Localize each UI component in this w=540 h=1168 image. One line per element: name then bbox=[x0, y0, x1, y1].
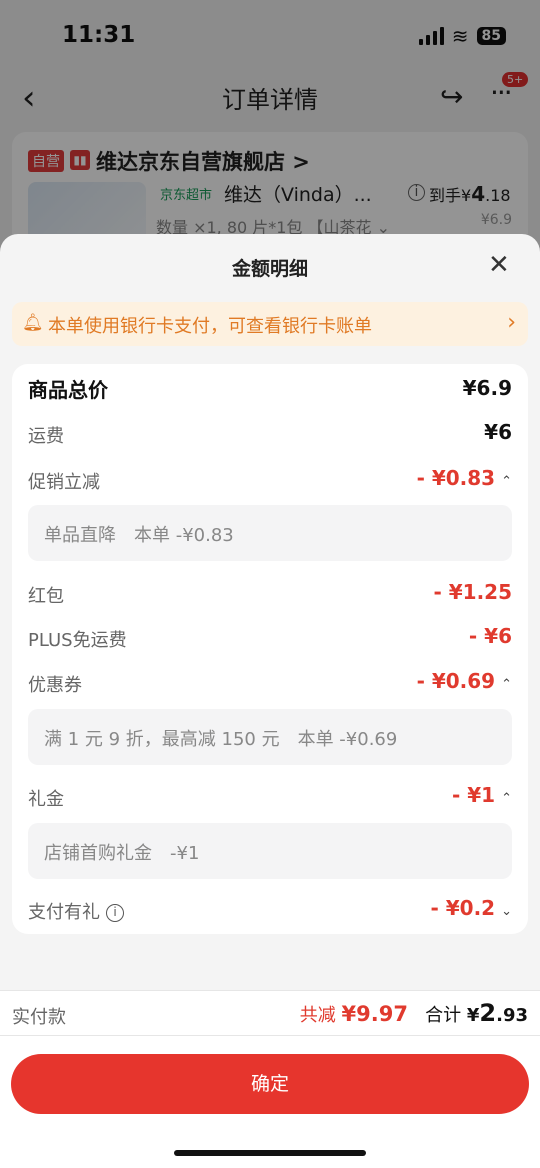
promo-detail-box: 单品直降 本单 -¥0.83 bbox=[28, 505, 512, 561]
coupon-toggle[interactable]: - ¥0.69 ⌃ bbox=[417, 669, 512, 693]
chevron-up-icon: ⌃ bbox=[501, 791, 512, 806]
coupon-detail: 满 1 元 9 折，最高减 150 元 本单 -¥0.69 bbox=[44, 729, 398, 750]
coupon-label: 优惠券 bbox=[28, 675, 82, 696]
goods-total-label: 商品总价 bbox=[28, 378, 108, 402]
payment-summary-bar: 实付款 共减 ¥9.97 合计 ¥2.93 bbox=[0, 990, 540, 1036]
redpacket-value: - ¥1.25 bbox=[433, 580, 512, 604]
chevron-up-icon: ⌃ bbox=[501, 677, 512, 692]
pay-gift-label: 支付有礼 i bbox=[28, 898, 124, 924]
sheet-title: 金额明细 bbox=[231, 258, 308, 280]
promo-detail: 单品直降 本单 -¥0.83 bbox=[44, 525, 234, 546]
chevron-right-icon: › bbox=[507, 310, 516, 335]
info-icon[interactable]: i bbox=[106, 904, 124, 922]
chevron-up-icon: ⌃ bbox=[501, 474, 512, 489]
gift-detail: 店铺首购礼金 -¥1 bbox=[44, 843, 200, 864]
confirm-button[interactable]: 确定 bbox=[11, 1054, 529, 1114]
goods-total-value: ¥6.9 bbox=[462, 376, 512, 400]
gift-detail-box: 店铺首购礼金 -¥1 bbox=[28, 823, 512, 879]
bank-card-notice[interactable]: 🔔︎ 本单使用银行卡支付，可查看银行卡账单 › bbox=[12, 302, 528, 346]
amount-detail-card: 商品总价 ¥6.9 运费 ¥6 促销立减 - ¥0.83 ⌃ 单品直降 本单 -¥… bbox=[12, 364, 528, 934]
total-saved: 共减 ¥9.97 bbox=[299, 1002, 408, 1026]
actual-pay-label: 实付款 bbox=[12, 1007, 66, 1028]
home-indicator[interactable] bbox=[174, 1150, 366, 1156]
bank-notice-text: 本单使用银行卡支付，可查看银行卡账单 bbox=[48, 316, 372, 337]
bottom-action-area: 确定 bbox=[0, 1036, 540, 1168]
total-amount: 合计 ¥2.93 bbox=[425, 999, 528, 1027]
gift-label: 礼金 bbox=[28, 789, 64, 810]
plus-free-shipping-value: - ¥6 bbox=[468, 624, 512, 648]
chevron-down-icon: ⌄ bbox=[501, 904, 512, 919]
payment-totals: 共减 ¥9.97 合计 ¥2.93 bbox=[300, 999, 528, 1027]
promo-toggle[interactable]: - ¥0.83 ⌃ bbox=[417, 466, 512, 490]
redpacket-label: 红包 bbox=[28, 586, 64, 607]
promo-label: 促销立减 bbox=[28, 472, 100, 493]
amount-detail-sheet: 金额明细 ✕ 🔔︎ 本单使用银行卡支付，可查看银行卡账单 › 商品总价 ¥6.9… bbox=[0, 234, 540, 1168]
gift-toggle[interactable]: - ¥1 ⌃ bbox=[452, 783, 512, 807]
coupon-detail-box: 满 1 元 9 折，最高减 150 元 本单 -¥0.69 bbox=[28, 709, 512, 765]
bell-icon: 🔔︎ bbox=[22, 313, 44, 333]
close-icon[interactable]: ✕ bbox=[488, 250, 510, 280]
shipping-label: 运费 bbox=[28, 426, 64, 447]
pay-gift-toggle[interactable]: - ¥0.2 ⌄ bbox=[430, 896, 512, 920]
shipping-value: ¥6 bbox=[484, 420, 512, 444]
plus-free-shipping-label: PLUS免运费 bbox=[28, 630, 127, 651]
